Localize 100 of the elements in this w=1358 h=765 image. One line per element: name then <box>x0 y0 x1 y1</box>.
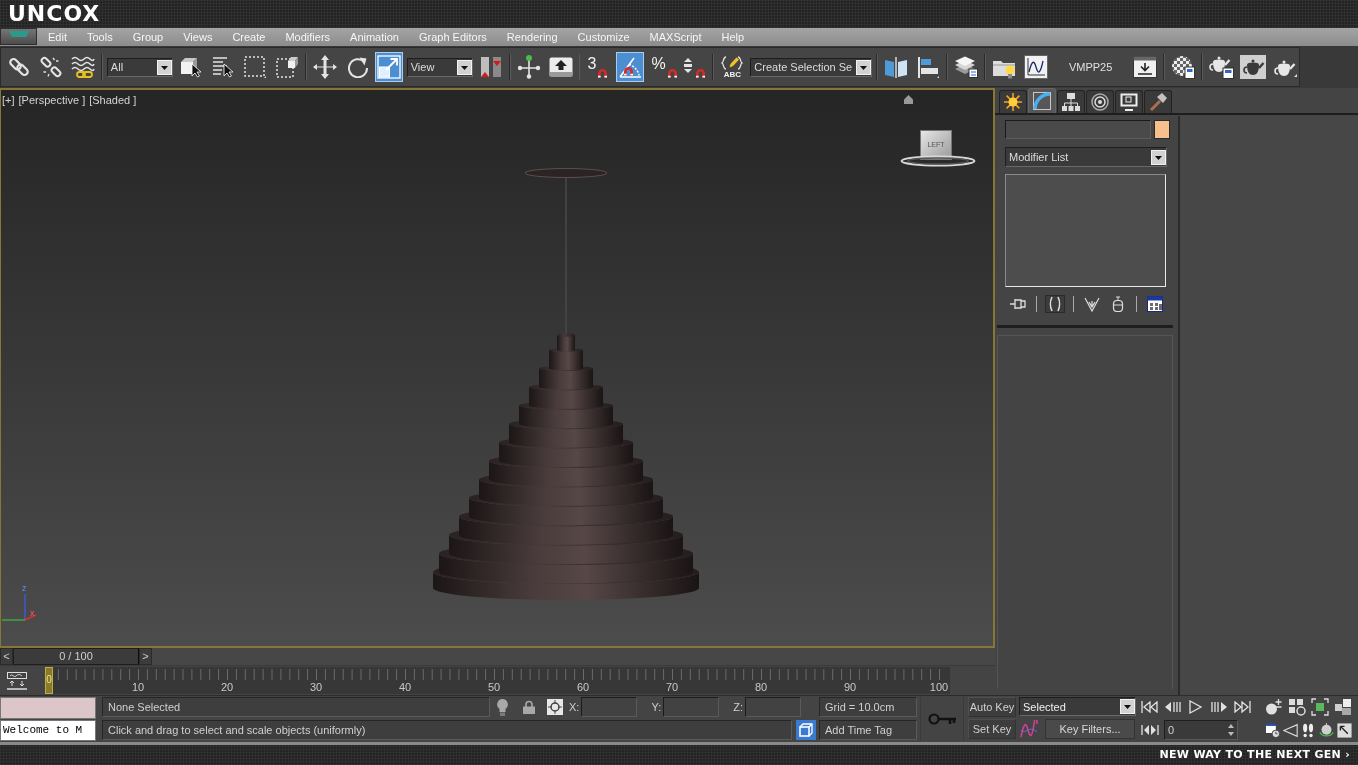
application-button[interactable] <box>0 28 37 45</box>
braces-pencil-icon <box>721 55 744 70</box>
percent-snap-button[interactable]: % <box>648 52 677 82</box>
modifier-stack-list[interactable] <box>1005 174 1166 287</box>
track-bar[interactable]: 0 10 20 30 40 50 60 70 80 90 100 <box>45 667 950 694</box>
teapot-frame-icon <box>1240 55 1266 79</box>
angle-snap-button[interactable] <box>616 52 645 82</box>
coordinate-system-dropdown[interactable]: View <box>406 57 473 77</box>
modifier-list-dropdown[interactable]: Modifier List <box>1005 147 1167 167</box>
skip-start-icon <box>1141 701 1159 713</box>
coordinate-field[interactable] <box>745 697 801 717</box>
zoom-extents-all-button[interactable] <box>1333 697 1352 717</box>
checker-sphere-icon <box>1171 55 1196 79</box>
play-icon <box>1189 700 1203 714</box>
mirror-icon <box>884 56 909 78</box>
starburst-icon <box>1004 93 1022 111</box>
teapot-window-icon <box>1208 55 1234 79</box>
viewport-menu-label[interactable]: [Perspective ] <box>18 94 86 107</box>
make-unique-button[interactable] <box>1082 295 1102 313</box>
cube-cursor-icon <box>179 56 202 78</box>
coordinate-field[interactable] <box>663 697 720 717</box>
frame-number: 20 <box>220 681 234 693</box>
frame-number: 100 <box>929 681 949 693</box>
motion-tab[interactable] <box>1086 90 1114 113</box>
frame-number: 10 <box>131 681 145 693</box>
key-filters-button[interactable]: Key Filters... <box>1045 719 1135 739</box>
coordinate-label: Z: <box>733 701 743 713</box>
script-input-field[interactable] <box>0 697 96 719</box>
frame-number: 70 <box>665 681 679 693</box>
current-frame-field[interactable]: 0 <box>1164 720 1238 740</box>
list-cursor-icon <box>211 56 234 78</box>
key-set-dropdown[interactable]: Selected <box>1019 697 1136 716</box>
object-name-field[interactable] <box>1005 120 1151 139</box>
selection-filter-dropdown[interactable]: All <box>106 57 173 77</box>
auto-key-button[interactable]: Auto Key <box>968 697 1016 717</box>
viewport-menu-label[interactable]: [Shaded ] <box>89 94 137 107</box>
rendered-frame-button[interactable] <box>1239 52 1267 82</box>
snap-toggle-button[interactable]: 3 <box>584 52 613 82</box>
zoom-button[interactable] <box>1264 697 1283 717</box>
lock-icon <box>523 700 535 714</box>
grid-spacing: Grid = 10.0cm <box>819 697 917 717</box>
slider-forward-button[interactable]: > <box>139 648 152 665</box>
concentric-circles-icon <box>1091 93 1109 111</box>
modify-tab[interactable] <box>1028 88 1056 113</box>
curve-editor-button[interactable] <box>1021 52 1050 82</box>
named-selection-dropdown[interactable]: Create Selection Se <box>750 57 873 77</box>
text-button[interactable]: VMPP25 <box>1053 53 1128 81</box>
named-sets-button[interactable]: ABC <box>718 52 747 82</box>
crosshair-dot-icon <box>516 55 541 79</box>
maximize-viewport-button[interactable] <box>1336 720 1352 740</box>
spinner-magnet-icon <box>682 56 706 78</box>
frame-counter: 0 / 100 <box>13 648 139 665</box>
curved-bars-icon <box>1047 296 1063 312</box>
home-icon <box>904 95 913 104</box>
absolute-mode-button[interactable] <box>547 699 563 715</box>
zoom-all-button[interactable] <box>1287 697 1306 717</box>
dropdown-arrow-icon <box>1151 149 1166 165</box>
angle-magnet-icon <box>618 55 643 79</box>
up-arrow-key-icon <box>548 57 573 77</box>
viewport-menu-label[interactable]: [+] <box>2 94 15 107</box>
pivot-bars-icon <box>479 56 502 78</box>
configure-sets-button[interactable] <box>1145 295 1165 313</box>
dashed-box-cube-icon <box>275 56 298 78</box>
time-configuration-button[interactable] <box>1264 720 1280 740</box>
scale-icon <box>376 55 401 79</box>
coordinate-label: Y: <box>651 701 662 713</box>
frame-number: 60 <box>576 681 590 693</box>
magnet-icon <box>597 68 609 78</box>
set-key-mode-button[interactable]: Set Key <box>968 719 1016 739</box>
axis-label: z <box>22 584 27 593</box>
dropdown-arrow-icon <box>856 59 872 75</box>
display-tab[interactable] <box>1115 90 1143 113</box>
object-color-swatch[interactable] <box>1154 120 1170 139</box>
go-to-start-button[interactable] <box>1141 698 1159 716</box>
scale-button[interactable] <box>374 52 403 82</box>
slider-back-button[interactable]: < <box>0 648 13 665</box>
window-clock-icon <box>1264 722 1280 738</box>
graph-window-icon <box>1023 55 1048 79</box>
utilities-tab[interactable] <box>1144 90 1172 113</box>
hierarchy-tab[interactable] <box>1057 90 1085 113</box>
curve-editor-toggle-button[interactable] <box>6 670 28 691</box>
orbit-button[interactable] <box>1318 720 1334 740</box>
zoom-extents-button[interactable] <box>1310 697 1329 717</box>
axis-label: x <box>30 609 35 618</box>
spinner-icon <box>1227 722 1235 738</box>
time-tag-button[interactable] <box>796 720 816 740</box>
coordinate-field[interactable] <box>581 697 638 717</box>
move-arrows-icon <box>312 55 337 79</box>
create-tab[interactable] <box>999 90 1027 113</box>
v-lines-icon <box>1084 296 1100 312</box>
bracket-cube-icon <box>1310 698 1329 716</box>
time-slider-thumb[interactable]: < 0 / 100 > <box>0 648 152 665</box>
go-to-end-button[interactable] <box>1233 698 1251 716</box>
show-end-result-button[interactable] <box>1045 295 1065 313</box>
time-tag-field[interactable]: Add Time Tag <box>819 720 917 740</box>
isolate-button[interactable] <box>497 698 508 716</box>
orbit-icon <box>1318 722 1334 738</box>
selection-lock-button[interactable] <box>523 700 535 714</box>
time-slider-track[interactable]: < 0 / 100 > <box>0 648 995 666</box>
pin-icon <box>1010 296 1026 312</box>
